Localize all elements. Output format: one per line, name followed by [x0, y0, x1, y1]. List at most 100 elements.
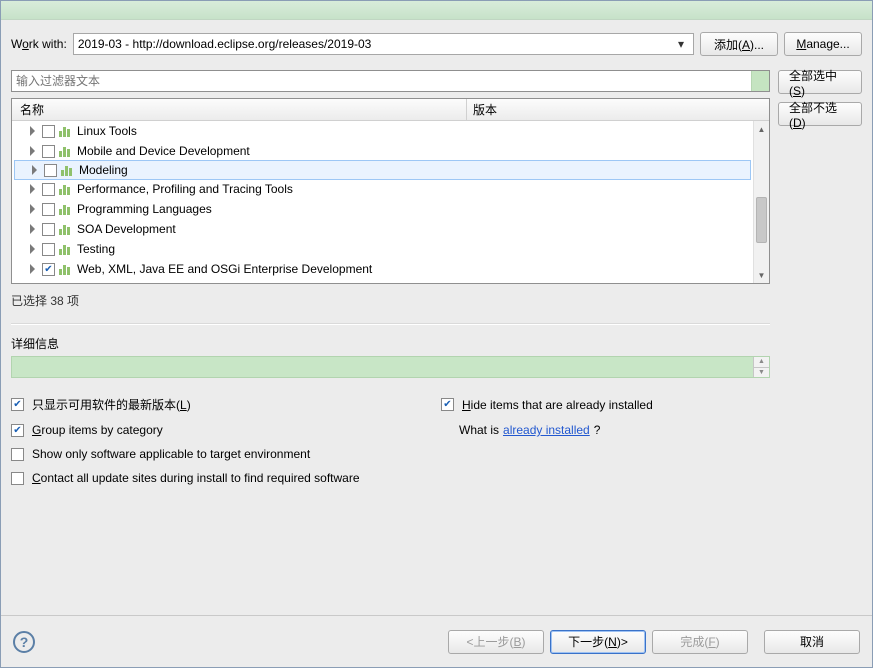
- chevron-down-icon[interactable]: ▾: [673, 35, 689, 53]
- opt-target-env[interactable]: Show only software applicable to target …: [11, 447, 441, 461]
- category-icon: [61, 164, 75, 176]
- help-icon[interactable]: ?: [13, 631, 35, 653]
- details-stepper[interactable]: ▲ ▼: [753, 357, 769, 377]
- opt-target-label: Show only software applicable to target …: [32, 447, 310, 461]
- tree-row[interactable]: Linux Tools: [12, 121, 753, 141]
- filter-field[interactable]: [11, 70, 770, 92]
- opt-group[interactable]: ✔ Group items by category: [11, 423, 441, 437]
- tree-row[interactable]: Mobile and Device Development: [12, 141, 753, 161]
- tree-row-label: SOA Development: [77, 222, 176, 236]
- left-column: 名称 版本 Linux Tools Mobile and Device Devel…: [11, 70, 770, 485]
- checkbox-icon[interactable]: [44, 164, 57, 177]
- scrollbar-track[interactable]: [754, 137, 769, 267]
- middle-row: 名称 版本 Linux Tools Mobile and Device Devel…: [11, 70, 862, 485]
- column-header-name[interactable]: 名称: [12, 99, 467, 120]
- tree-row-label: Mobile and Device Development: [77, 144, 250, 158]
- tree-row[interactable]: Testing: [12, 239, 753, 259]
- column-header-version[interactable]: 版本: [467, 101, 769, 118]
- whatis-installed: What is already installed ?: [441, 423, 770, 437]
- next-button[interactable]: 下一步(N)>: [550, 630, 646, 654]
- tree-row-label: Performance, Profiling and Tracing Tools: [77, 182, 293, 196]
- opt-contact-label: Contact all update sites during install …: [32, 471, 360, 485]
- tree-row-label: Modeling: [79, 163, 128, 177]
- side-buttons: 全部选中(S) 全部不选(D): [778, 70, 862, 126]
- opt-latest[interactable]: ✔ 只显示可用软件的最新版本(L): [11, 396, 441, 413]
- category-icon: [59, 203, 73, 215]
- expander-icon[interactable]: [28, 146, 38, 156]
- stepper-down-icon[interactable]: ▼: [753, 368, 769, 378]
- checkbox-icon[interactable]: ✔: [11, 398, 24, 411]
- tree-row[interactable]: ✔ Web, XML, Java EE and OSGi Enterprise D…: [12, 259, 753, 279]
- category-icon: [59, 243, 73, 255]
- checkbox-icon[interactable]: [42, 223, 55, 236]
- work-with-label-post: rk with:: [29, 37, 67, 51]
- whatis-pre: What is: [459, 423, 499, 437]
- tree-header: 名称 版本: [12, 99, 769, 121]
- filter-input[interactable]: [12, 71, 751, 91]
- dialog: Work with: 2019-03 - http://download.ecl…: [0, 0, 873, 668]
- checkbox-icon[interactable]: [42, 183, 55, 196]
- checkbox-icon[interactable]: [42, 203, 55, 216]
- checkbox-icon[interactable]: [42, 125, 55, 138]
- tree-viewport: Linux Tools Mobile and Device Development…: [12, 121, 753, 283]
- work-with-row: Work with: 2019-03 - http://download.ecl…: [11, 32, 862, 56]
- tree-row[interactable]: Programming Languages: [12, 199, 753, 219]
- checkbox-icon[interactable]: ✔: [11, 424, 24, 437]
- tree-row[interactable]: SOA Development: [12, 219, 753, 239]
- cancel-button[interactable]: 取消: [764, 630, 860, 654]
- opt-group-label: Group items by category: [32, 423, 163, 437]
- checkbox-icon[interactable]: [11, 448, 24, 461]
- expander-icon[interactable]: [28, 224, 38, 234]
- checkbox-icon[interactable]: [42, 243, 55, 256]
- tree-row-label: Web, XML, Java EE and OSGi Enterprise De…: [77, 262, 372, 276]
- filter-cap: [751, 71, 769, 91]
- scroll-up-icon[interactable]: ▲: [754, 121, 769, 137]
- finish-button[interactable]: 完成(F): [652, 630, 748, 654]
- scroll-down-icon[interactable]: ▼: [754, 267, 769, 283]
- tree-row-label: Programming Languages: [77, 202, 212, 216]
- back-button[interactable]: <上一步(B): [448, 630, 544, 654]
- expander-icon[interactable]: [30, 165, 40, 175]
- tree-rows: Linux Tools Mobile and Device Development…: [12, 121, 753, 279]
- tree-row[interactable]: Modeling: [14, 160, 751, 180]
- banner-stripe: [1, 1, 872, 20]
- category-icon: [59, 223, 73, 235]
- options-grid: ✔ 只显示可用软件的最新版本(L) ✔ Hide items that are …: [11, 396, 770, 485]
- work-with-value: 2019-03 - http://download.eclipse.org/re…: [78, 37, 673, 51]
- work-with-label-pre: W: [11, 37, 22, 51]
- category-icon: [59, 263, 73, 275]
- checkbox-icon[interactable]: [42, 145, 55, 158]
- expander-icon[interactable]: [28, 244, 38, 254]
- category-icon: [59, 183, 73, 195]
- opt-latest-label: 只显示可用软件的最新版本(L): [32, 396, 191, 413]
- scrollbar-thumb[interactable]: [756, 197, 767, 243]
- select-all-button[interactable]: 全部选中(S): [778, 70, 862, 94]
- work-with-combo[interactable]: 2019-03 - http://download.eclipse.org/re…: [73, 33, 694, 55]
- opt-hide-label: Hide items that are already installed: [462, 398, 653, 412]
- work-with-label: Work with:: [11, 37, 67, 51]
- whatis-post: ?: [594, 423, 601, 437]
- content-area: Work with: 2019-03 - http://download.ecl…: [1, 20, 872, 485]
- opt-hide-installed[interactable]: ✔ Hide items that are already installed: [441, 396, 770, 413]
- stepper-up-icon[interactable]: ▲: [753, 357, 769, 368]
- checkbox-icon[interactable]: [11, 472, 24, 485]
- already-installed-link[interactable]: already installed: [503, 423, 590, 437]
- category-icon: [59, 145, 73, 157]
- footer-bar: ? <上一步(B) 下一步(N)> 完成(F) 取消: [1, 615, 872, 667]
- tree-row-label: Testing: [77, 242, 115, 256]
- checkbox-icon[interactable]: ✔: [42, 263, 55, 276]
- expander-icon[interactable]: [28, 264, 38, 274]
- software-tree: 名称 版本 Linux Tools Mobile and Device Devel…: [11, 98, 770, 284]
- expander-icon[interactable]: [28, 204, 38, 214]
- details-box: ▲ ▼: [11, 356, 770, 378]
- deselect-all-button[interactable]: 全部不选(D): [778, 102, 862, 126]
- manage-button[interactable]: Manage...: [784, 32, 862, 56]
- opt-contact-sites[interactable]: Contact all update sites during install …: [11, 471, 441, 485]
- tree-row[interactable]: Performance, Profiling and Tracing Tools: [12, 179, 753, 199]
- expander-icon[interactable]: [28, 184, 38, 194]
- expander-icon[interactable]: [28, 126, 38, 136]
- vertical-scrollbar[interactable]: ▲ ▼: [753, 121, 769, 283]
- add-button[interactable]: 添加(A)...: [700, 32, 778, 56]
- details-label: 详细信息: [11, 335, 770, 352]
- checkbox-icon[interactable]: ✔: [441, 398, 454, 411]
